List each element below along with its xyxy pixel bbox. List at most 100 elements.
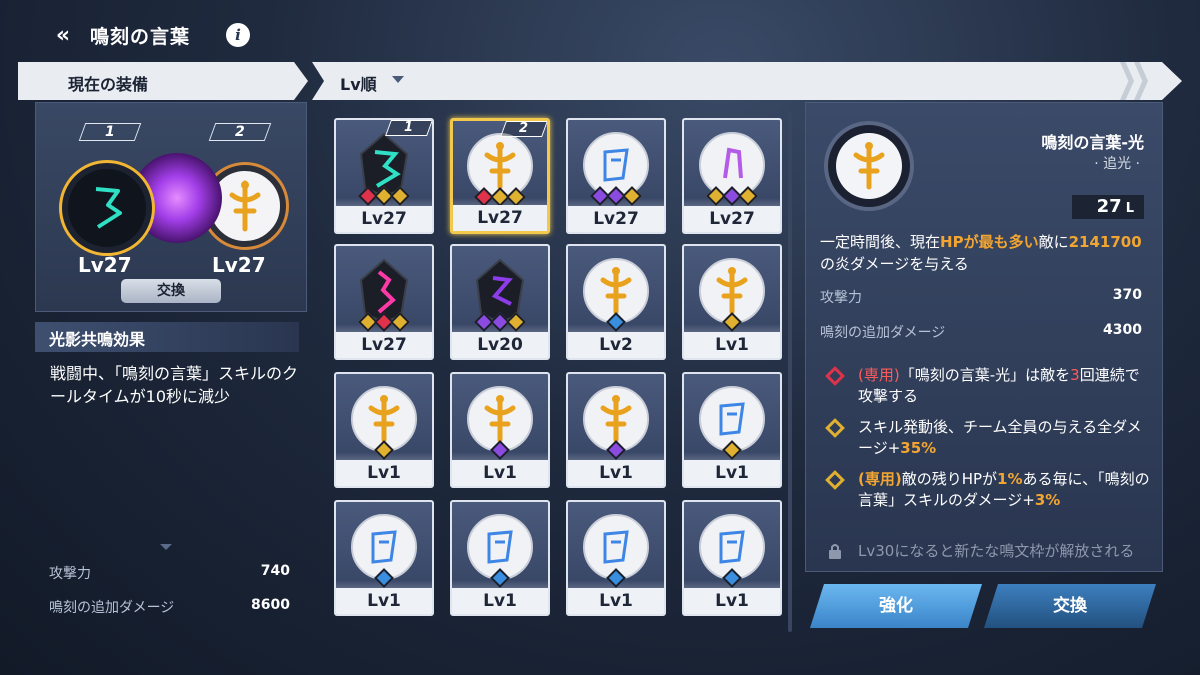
gem-icon [722,312,742,332]
gem-slots [336,312,432,332]
card-level: Lv27 [709,209,755,229]
left-stat-atk: 攻撃力 740 [49,563,290,582]
rune-card[interactable]: Lv1 [334,372,434,488]
rune-card[interactable]: 2 Lv27 [450,118,550,234]
red-gem-icon [825,366,845,386]
gem-icon [506,187,526,207]
chevron-right-icon [1120,62,1160,100]
detail-description: 一定時間後、現在HPが最も多い敵に2141700の炎ダメージを与える [820,233,1142,273]
rune-card[interactable]: Lv1 [682,372,782,488]
gem-icon [390,186,410,206]
card-level: Lv27 [477,208,523,228]
swap-equipped-button[interactable]: 交換 [121,279,221,303]
gem-slots [684,568,780,588]
rune-card[interactable]: Lv1 [334,500,434,616]
gem-icon [738,186,758,206]
rune-card[interactable]: Lv1 [682,244,782,360]
rune-card[interactable]: 1 Lv27 [334,118,434,234]
gem-slots [684,312,780,332]
rune-card[interactable]: Lv1 [450,500,550,616]
light-rune-icon [853,142,885,190]
card-level: Lv20 [477,335,523,355]
rune-card[interactable]: Lv27 [334,244,434,360]
gold-gem-icon [825,470,845,490]
back-icon[interactable]: « [50,22,76,48]
slot1-ring[interactable] [62,163,152,253]
slot2-level: Lv27 [212,253,266,277]
resonance-header: 光影共鳴効果 [35,322,299,352]
swap-button[interactable]: 交換 [984,584,1156,628]
resonance-text: 戦闘中、「鳴刻の言葉」スキルのクールタイムが10秒に減少 [50,364,299,406]
gem-slots [684,440,780,460]
info-icon[interactable]: i [226,23,251,47]
card-level: Lv1 [715,463,749,483]
rune-card[interactable]: Lv1 [682,500,782,616]
effect-1: (専用)「鳴刻の言葉-光」は敵を3回連続で攻撃する [820,365,1150,407]
gem-slots [568,440,664,460]
effect-2: スキル発動後、チーム全員の与える全ダメージ+35% [820,417,1150,459]
header: « 鳴刻の言葉 i [50,20,251,50]
rune-grid: 1 Lv27 2 Lv27 Lv27 Lv27 Lv27 Lv20 Lv2 Lv1 Lv1 Lv1 Lv… [320,108,790,638]
chevron-down-icon [160,544,172,550]
equipped-slot-badge: 2 [500,121,547,137]
sort-dropdown-icon[interactable] [392,76,404,83]
gem-icon [490,568,510,588]
rune-card[interactable]: Lv27 [566,118,666,234]
grid-scrollbar[interactable] [788,112,792,632]
detail-panel: 鳴刻の言葉-光 · 追光 · 27 L 一定時間後、現在HPが最も多い敵に2141… [805,102,1163,572]
gem-slots [684,186,780,206]
gem-icon [490,440,510,460]
upgrade-button[interactable]: 強化 [810,584,982,628]
detail-stat-extra: 鳴刻の追加ダメージ 4300 [820,322,1142,341]
rune-card[interactable]: Lv20 [450,244,550,360]
gem-icon [506,312,526,332]
rune-card[interactable]: Lv2 [566,244,666,360]
rune-card[interactable]: Lv1 [450,372,550,488]
card-level: Lv1 [367,591,401,611]
sort-label: Lv順 [340,75,377,94]
lock-icon [829,544,841,559]
card-level: Lv27 [361,209,407,229]
gem-slots [452,312,548,332]
current-equipment-label: 現在の装備 [68,75,149,94]
equipped-slot-badge: 1 [385,120,432,136]
gem-slots [568,312,664,332]
card-level: Lv1 [715,335,749,355]
gem-icon [374,440,394,460]
gem-slots [453,187,547,207]
detail-name: 鳴刻の言葉-光 [1041,133,1144,152]
rune-card[interactable]: Lv1 [566,372,666,488]
detail-level: 27 L [1072,195,1144,219]
gem-icon [622,186,642,206]
rune-card[interactable]: Lv1 [566,500,666,616]
slot1-number: 1 [78,123,142,141]
card-level: Lv2 [599,335,633,355]
resonance-title: 光影共鳴効果 [49,330,146,349]
gem-slots [568,186,664,206]
effect-3: (専用)敵の残りHPが1%ある毎に、「鳴刻の言葉」スキルのダメージ+3% [820,469,1150,511]
dark-rune-icon [95,187,122,229]
card-level: Lv27 [361,335,407,355]
card-level: Lv1 [483,463,517,483]
gem-slots [336,568,432,588]
gem-slots [452,568,548,588]
slot1-level: Lv27 [78,253,132,277]
gem-icon [390,312,410,332]
gem-icon [722,440,742,460]
card-level: Lv1 [483,591,517,611]
detail-icon [824,121,914,211]
gem-slots [568,568,664,588]
sort-bar[interactable]: Lv順 [312,62,1182,100]
equipped-panel: 1 2 Lv27 Lv27 交換 [35,102,307,312]
detail-tag: · 追光 · [1094,156,1140,172]
gem-slots [336,186,432,206]
gem-slots [452,440,548,460]
detail-stat-atk: 攻撃力 370 [820,287,1142,306]
card-level: Lv1 [367,463,401,483]
slot2-number: 2 [208,123,272,141]
locked-effect: Lv30になると新たな鳴文枠が解放される [820,541,1150,562]
left-stat-extra: 鳴刻の追加ダメージ 8600 [49,597,290,616]
gold-gem-icon [825,418,845,438]
current-equipment-tab[interactable]: 現在の装備 [18,62,308,100]
rune-card[interactable]: Lv27 [682,118,782,234]
